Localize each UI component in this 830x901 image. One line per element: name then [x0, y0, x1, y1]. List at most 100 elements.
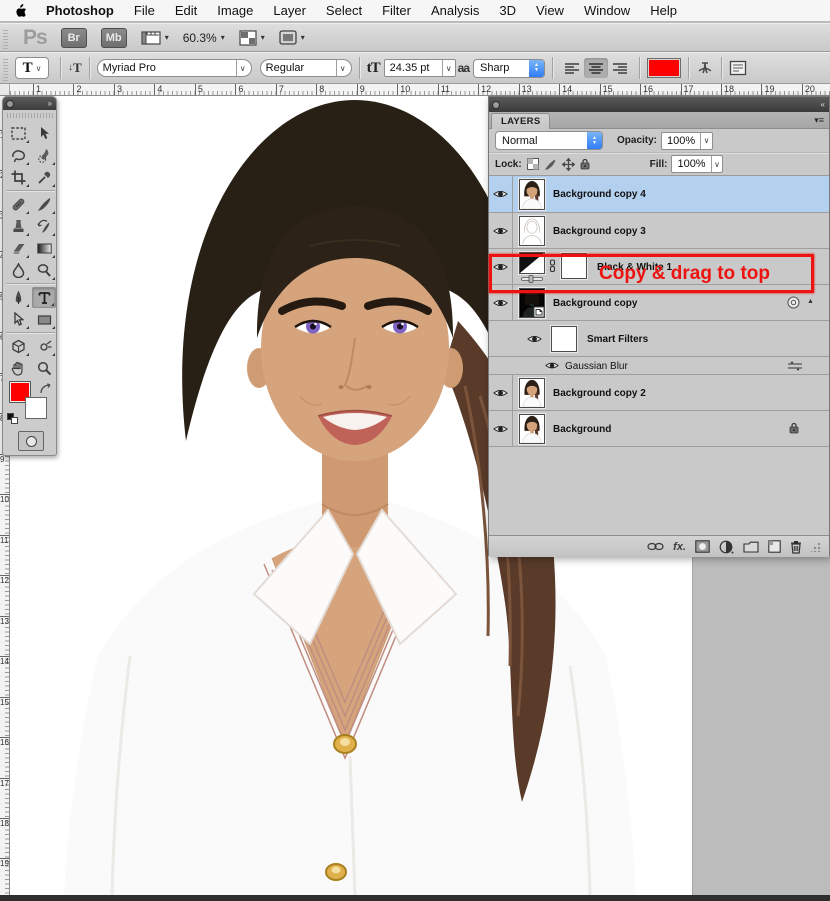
collapse-panel-icon[interactable]: »: [48, 100, 52, 108]
path-selection-tool[interactable]: [6, 309, 30, 330]
layer-thumbnail[interactable]: [519, 378, 545, 408]
menu-file[interactable]: File: [124, 0, 165, 21]
type-tool[interactable]: [32, 287, 56, 308]
align-right-button[interactable]: [608, 58, 632, 78]
view-extras-dropdown[interactable]: ▾: [141, 30, 169, 46]
menu-window[interactable]: Window: [574, 0, 640, 21]
visibility-toggle[interactable]: [545, 361, 559, 370]
layer-name[interactable]: Background copy 4: [553, 189, 646, 200]
opacity-select[interactable]: 100% ∨: [661, 132, 713, 150]
move-tool[interactable]: [32, 123, 56, 144]
menu-view[interactable]: View: [526, 0, 574, 21]
smart-filters-label[interactable]: Smart Filters: [587, 334, 648, 345]
filter-blending-options-icon[interactable]: [787, 361, 803, 371]
layer-row-background-copy[interactable]: Background copy ▲: [489, 285, 829, 321]
delete-layer-button[interactable]: [790, 540, 802, 554]
marquee-tool[interactable]: [6, 123, 30, 144]
fill-select[interactable]: 100% ∨: [671, 155, 723, 173]
layer-style-button[interactable]: fx.: [673, 541, 686, 553]
arrange-documents-dropdown[interactable]: ▾: [239, 30, 265, 46]
tools-panel-titlebar[interactable]: »: [3, 97, 56, 110]
panel-menu-icon[interactable]: ▾≡: [814, 115, 824, 126]
3d-rotate-tool[interactable]: [6, 336, 30, 357]
menu-filter[interactable]: Filter: [372, 0, 421, 21]
visibility-toggle[interactable]: [489, 213, 513, 248]
3d-orbit-tool[interactable]: [32, 336, 56, 357]
tab-layers[interactable]: LAYERS: [491, 113, 550, 129]
text-orientation-toggle[interactable]: ↓T: [68, 60, 82, 76]
layer-row-black-white-1[interactable]: Black & White 1: [489, 249, 829, 285]
close-icon[interactable]: [492, 101, 500, 109]
zoom-tool[interactable]: [32, 358, 56, 379]
warp-text-button[interactable]: [696, 59, 714, 77]
menu-photoshop[interactable]: Photoshop: [36, 0, 124, 21]
mask-link-icon[interactable]: [549, 259, 556, 273]
menu-3d[interactable]: 3D: [489, 0, 526, 21]
dodge-tool[interactable]: [32, 260, 56, 281]
close-icon[interactable]: [6, 100, 14, 108]
quick-mask-button[interactable]: [18, 431, 44, 451]
collapse-smart-filters-icon[interactable]: ▲: [807, 298, 814, 305]
eyedropper-tool[interactable]: [32, 167, 56, 188]
text-color-swatch[interactable]: [647, 58, 681, 78]
screen-mode-dropdown[interactable]: ▾: [279, 30, 305, 45]
menu-select[interactable]: Select: [316, 0, 372, 21]
layer-name[interactable]: Black & White 1: [597, 262, 672, 273]
launch-bridge-button[interactable]: Br: [61, 28, 87, 48]
layer-thumbnail[interactable]: [519, 414, 545, 444]
menu-help[interactable]: Help: [640, 0, 687, 21]
toggle-panels-button[interactable]: [729, 60, 747, 76]
tool-preset-picker[interactable]: T ∨: [15, 57, 49, 79]
adjustment-layer-button[interactable]: [719, 540, 734, 554]
menu-layer[interactable]: Layer: [263, 0, 316, 21]
menu-image[interactable]: Image: [207, 0, 263, 21]
lock-pixels-button[interactable]: [544, 158, 557, 171]
swap-colors-icon[interactable]: [39, 383, 53, 396]
apple-icon[interactable]: [14, 3, 28, 18]
new-group-button[interactable]: [743, 541, 759, 553]
layer-thumbnail[interactable]: [519, 179, 545, 210]
smart-filters-row[interactable]: Smart Filters: [489, 321, 829, 357]
hand-tool[interactable]: [6, 358, 30, 379]
layer-row-background-copy-4[interactable]: Background copy 4: [489, 176, 829, 213]
visibility-toggle[interactable]: [489, 249, 513, 284]
font-size-select[interactable]: 24.35 pt ∨: [384, 59, 456, 77]
lasso-tool[interactable]: [6, 145, 30, 166]
lock-all-button[interactable]: [580, 158, 590, 170]
visibility-toggle[interactable]: [489, 285, 513, 320]
layer-row-background-copy-3[interactable]: Background copy 3: [489, 213, 829, 249]
collapse-panel-icon[interactable]: «: [821, 101, 825, 109]
eraser-tool[interactable]: [6, 238, 30, 259]
visibility-toggle[interactable]: [489, 375, 513, 410]
new-layer-button[interactable]: [768, 540, 781, 553]
visibility-toggle[interactable]: [527, 334, 542, 344]
gradient-tool[interactable]: [32, 238, 56, 259]
align-center-button[interactable]: [584, 58, 608, 78]
spot-healing-brush-tool[interactable]: [6, 194, 30, 215]
visibility-toggle[interactable]: [489, 411, 513, 446]
layer-row-background-copy-2[interactable]: Background copy 2: [489, 375, 829, 411]
lock-transparency-button[interactable]: [527, 158, 539, 170]
zoom-level-dropdown[interactable]: 60.3% ▾: [183, 31, 225, 45]
align-left-button[interactable]: [560, 58, 584, 78]
layer-name[interactable]: Background copy 2: [553, 388, 646, 399]
brush-tool[interactable]: [32, 194, 56, 215]
menu-analysis[interactable]: Analysis: [421, 0, 489, 21]
layer-name[interactable]: Background: [553, 424, 611, 435]
layer-row-background[interactable]: Background: [489, 411, 829, 447]
filter-mask-thumbnail[interactable]: [551, 326, 577, 352]
quick-selection-tool[interactable]: [32, 145, 56, 166]
pen-tool[interactable]: [6, 287, 30, 308]
launch-mobile-button[interactable]: Mb: [101, 28, 127, 48]
blend-mode-select[interactable]: Normal ▲▼: [495, 131, 603, 150]
font-family-select[interactable]: Myriad Pro ∨: [97, 59, 252, 77]
blur-tool[interactable]: [6, 260, 30, 281]
layer-name[interactable]: Background copy: [553, 298, 637, 309]
lock-position-button[interactable]: [562, 158, 575, 171]
anti-alias-select[interactable]: Sharp ▲▼: [473, 59, 545, 78]
clone-stamp-tool[interactable]: [6, 216, 30, 237]
default-colors-icon[interactable]: [7, 413, 19, 425]
smart-object-thumbnail[interactable]: [519, 288, 545, 318]
layer-mask-thumbnail[interactable]: [561, 253, 587, 279]
layer-name[interactable]: Background copy 3: [553, 226, 646, 237]
